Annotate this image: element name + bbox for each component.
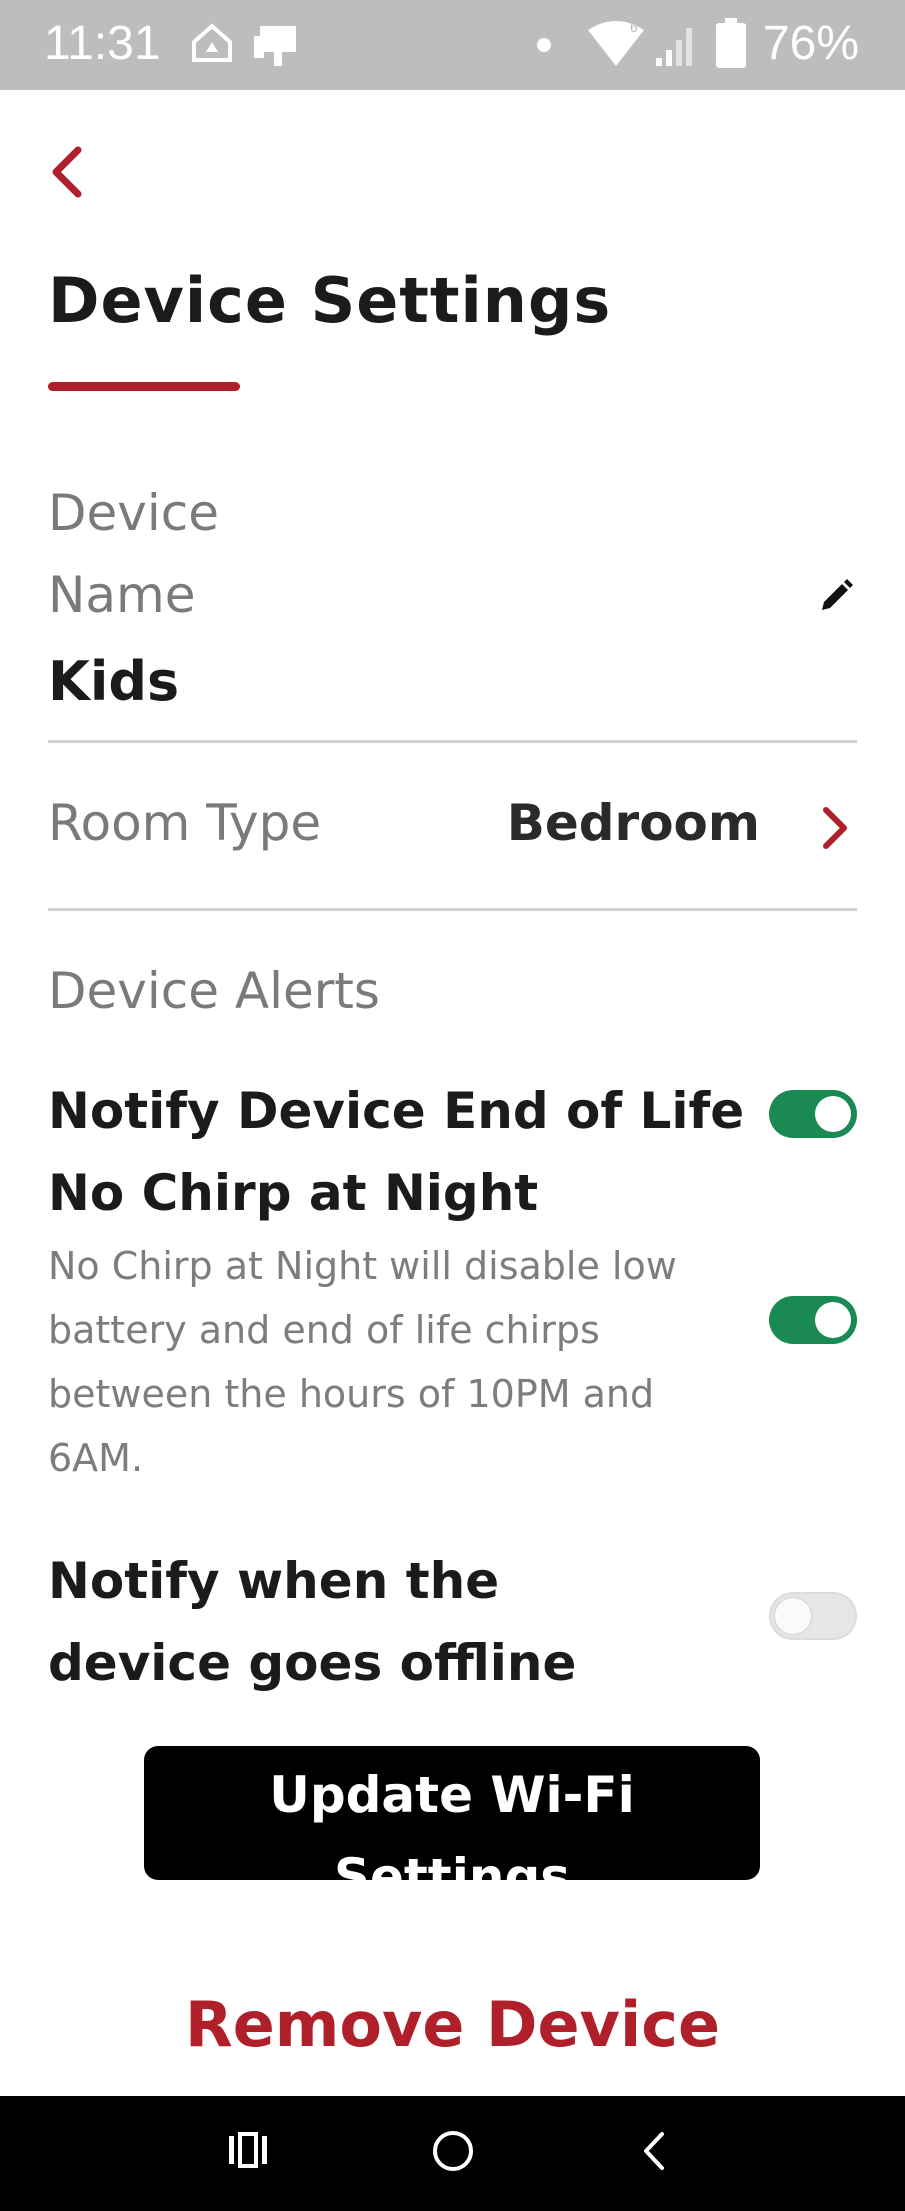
no-chirp-toggle[interactable] — [769, 1296, 857, 1344]
nav-recents-icon[interactable] — [226, 2128, 270, 2172]
device-name-value: Kids — [48, 650, 180, 713]
status-bar: 11:31 6 76% — [0, 0, 905, 90]
alerts-heading: Device Alerts — [48, 962, 380, 1020]
dot-icon — [537, 38, 551, 52]
update-wifi-label: Update Wi-Fi Settings — [269, 1766, 635, 1880]
room-type-row[interactable]: Room Type Bedroom — [48, 780, 860, 870]
remove-device-button[interactable]: Remove Device — [0, 1988, 905, 2061]
no-chirp-label: No Chirp at Night — [48, 1164, 539, 1222]
room-type-value: Bedroom — [506, 794, 760, 852]
offline-toggle[interactable] — [769, 1592, 857, 1640]
device-name-label: Device Name — [48, 484, 219, 624]
chevron-right-icon — [823, 807, 847, 849]
back-chevron-icon[interactable] — [44, 142, 90, 202]
home-app-icon — [192, 23, 232, 62]
svg-text:6: 6 — [630, 19, 638, 35]
divider — [48, 740, 857, 743]
cast-app-icon — [254, 26, 296, 66]
update-wifi-button[interactable]: Update Wi-Fi Settings — [144, 1746, 760, 1880]
room-type-label: Room Type — [48, 794, 322, 852]
page-title: Device Settings — [48, 264, 612, 337]
offline-label: Notify when the device goes offline — [48, 1552, 577, 1692]
battery-percent: 76% — [762, 17, 859, 70]
status-time: 11:31 — [44, 17, 161, 70]
system-nav-bar — [0, 2096, 905, 2211]
battery-icon — [716, 18, 746, 68]
pencil-icon[interactable] — [816, 576, 856, 616]
toggle-knob — [775, 1598, 811, 1634]
nav-back-icon[interactable] — [636, 2128, 670, 2174]
wifi-icon: 6 — [588, 19, 644, 66]
no-chirp-description: No Chirp at Night will disable low batte… — [48, 1244, 677, 1480]
toggle-knob — [815, 1302, 851, 1338]
title-underline — [48, 382, 240, 391]
nav-home-icon[interactable] — [430, 2128, 476, 2174]
end-of-life-toggle[interactable] — [769, 1090, 857, 1138]
end-of-life-label: Notify Device End of Life — [48, 1082, 745, 1140]
signal-icon — [656, 28, 692, 66]
toggle-knob — [815, 1096, 851, 1132]
divider — [48, 908, 857, 911]
